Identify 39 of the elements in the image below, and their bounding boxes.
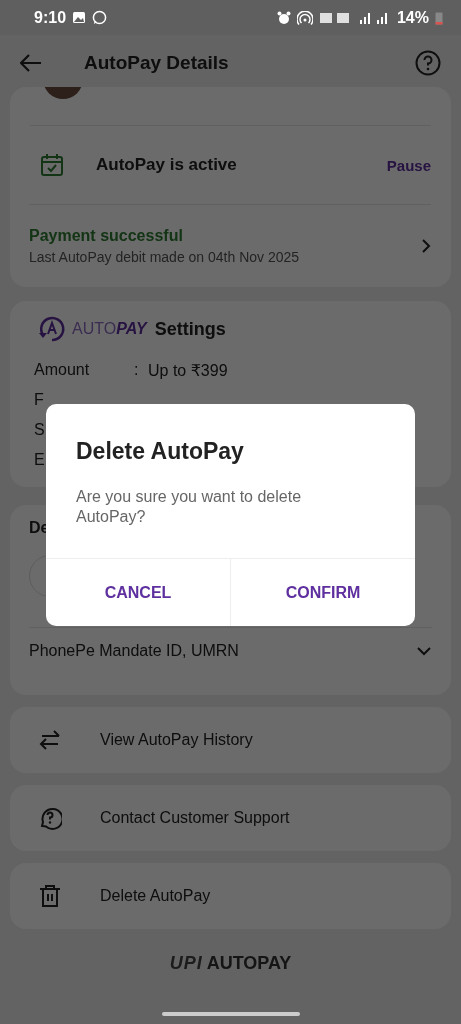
autopay-status: AutoPay is active [96,155,238,175]
dialog-message: Are you sure you want to delete AutoPay? [75,487,303,527]
gallery-icon [72,11,87,24]
dialog-button[interactable]: CONFIRM [230,559,415,626]
action-item[interactable]: Delete AutoPay [10,863,451,929]
setting-separator: : [134,361,140,379]
page-title: AutoPay Details [84,51,230,74]
calendar-check-icon [40,153,64,177]
setting-value: Up to ₹399 [148,360,228,380]
autopay-logo-text: AUTOPAY [72,320,147,338]
mandate-label: PhonePe Mandate ID, UMRN [29,642,239,660]
mandate-row[interactable]: PhonePe Mandate ID, UMRN [29,627,432,674]
battery-icon [435,10,443,25]
settings-title: Settings [154,318,226,340]
help-button[interactable] [415,49,441,76]
payment-status-row[interactable]: Payment successful Last AutoPay debit made on 04th Nov 2025 [29,204,431,287]
setting-label: E [34,451,46,469]
battery-percent: 14% [396,8,429,27]
pause-button[interactable]: Pause [386,156,431,174]
alarm-icon [276,10,291,25]
trash-icon [38,884,62,908]
help-bubble-icon [38,806,62,830]
upi-autopay-logo: UPI AUTOPAY [169,953,292,974]
back-button[interactable] [20,53,42,72]
setting-label: S [34,421,46,439]
setting-label: F [34,391,45,409]
action-item[interactable]: Contact Customer Support [10,785,451,851]
swap-arrows-icon [38,730,62,750]
dialog-title: Delete AutoPay [75,437,245,465]
autopay-logo-icon [38,315,66,343]
action-item[interactable]: View AutoPay History [10,707,451,773]
status-time: 9:10 [34,8,67,27]
dialog-button[interactable]: CANCEL [46,559,230,626]
payment-status-title: Payment successful [29,227,184,245]
hotspot-icon [296,10,313,25]
chevron-right-icon [421,238,431,254]
setting-label: Amount [34,361,91,379]
last-debit-text: Last AutoPay debit made on 04th Nov 2025 [29,249,300,265]
chat-icon [92,10,108,25]
